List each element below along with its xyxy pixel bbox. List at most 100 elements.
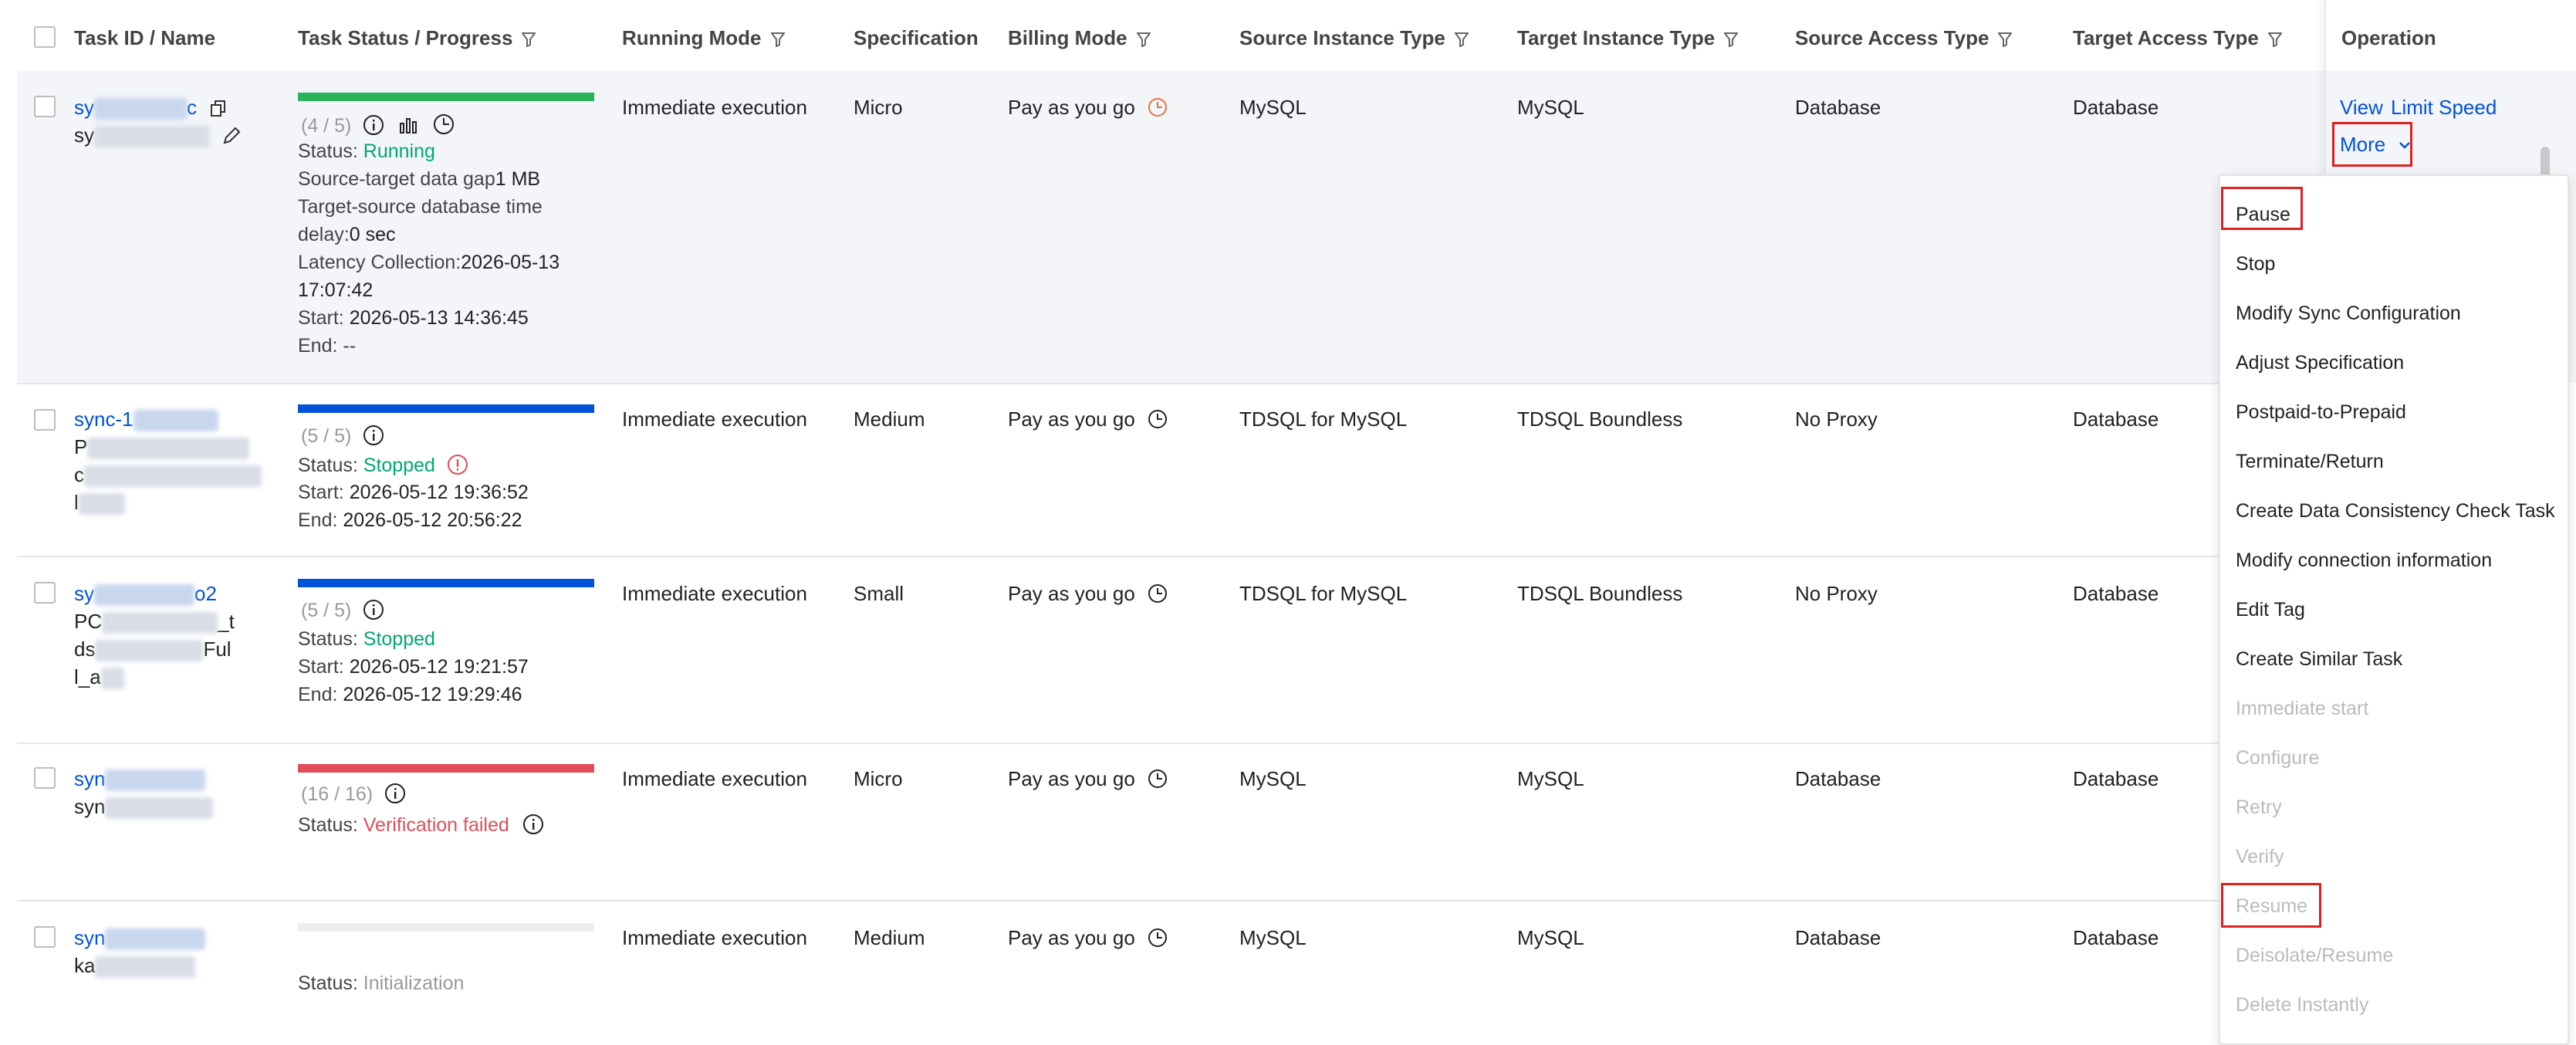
info-icon[interactable]: [363, 599, 384, 621]
task-id[interactable]: sy c: [74, 96, 227, 120]
highlight-resume: [2221, 883, 2321, 928]
menu-item-stop[interactable]: Stop: [2236, 253, 2275, 276]
row-checkbox[interactable]: [34, 409, 56, 431]
start-line: Start: 2026-05-13 14:36:45: [298, 307, 529, 329]
task-id[interactable]: syn: [74, 767, 206, 792]
row-checkbox[interactable]: [34, 767, 56, 789]
header-source-instance-type[interactable]: Source Instance Type: [1239, 26, 1469, 50]
status-stopped: Stopped: [363, 455, 435, 476]
clock-icon[interactable]: [1147, 927, 1168, 949]
clock-icon[interactable]: [1147, 408, 1168, 430]
header-operation: Operation: [2341, 26, 2436, 49]
status-line: Status: Verification failed: [298, 813, 544, 837]
header-target-instance-type[interactable]: Target Instance Type: [1517, 26, 1739, 50]
status-line: Status: Stopped: [298, 628, 435, 650]
start-line: Start: 2026-05-12 19:21:57: [298, 656, 529, 678]
row-checkbox[interactable]: [34, 96, 56, 117]
filter-icon[interactable]: [1998, 32, 2013, 47]
warning-icon[interactable]: [447, 454, 468, 475]
filter-icon[interactable]: [522, 32, 536, 47]
task-id[interactable]: sync-1: [74, 408, 218, 432]
menu-item-modify-sync-configuration[interactable]: Modify Sync Configuration: [2236, 303, 2461, 325]
progress-bar-running: [298, 93, 594, 101]
info-icon[interactable]: [384, 783, 406, 804]
latency-line-1: Latency Collection:2026-05-13: [298, 252, 560, 273]
copy-icon[interactable]: [210, 100, 227, 118]
select-all-checkbox[interactable]: [34, 26, 56, 48]
filter-icon[interactable]: [1724, 32, 1739, 47]
header-source-access-type[interactable]: Source Access Type: [1795, 26, 2013, 50]
header-task-id-name: Task ID / Name: [74, 26, 216, 49]
specification: Micro: [854, 767, 903, 790]
menu-item-modify-connection-information[interactable]: Modify connection information: [2236, 550, 2492, 572]
clock-icon[interactable]: [1147, 96, 1168, 118]
source-instance-type: TDSQL for MySQL: [1239, 582, 1408, 605]
edit-icon[interactable]: [221, 126, 242, 146]
progress-count: (4 / 5): [301, 113, 455, 137]
end-line: End: --: [298, 335, 357, 357]
target-instance-type: TDSQL Boundless: [1517, 408, 1683, 431]
redacted-text: [94, 98, 187, 120]
limit-speed-link[interactable]: Limit Speed: [2391, 96, 2497, 120]
running-mode: Immediate execution: [622, 926, 807, 949]
header-target-access-type[interactable]: Target Access Type: [2073, 26, 2282, 50]
menu-item-terminate-return[interactable]: Terminate/Return: [2236, 451, 2384, 473]
task-id[interactable]: sy o2: [74, 582, 217, 607]
task-name: PC _t: [74, 610, 235, 634]
menu-item-deisolate-resume: Deisolate/Resume: [2236, 945, 2394, 966]
filter-icon[interactable]: [1136, 32, 1151, 47]
info-icon[interactable]: [363, 424, 384, 446]
table-row: [17, 900, 2576, 1042]
menu-item-adjust-specification[interactable]: Adjust Specification: [2236, 352, 2404, 374]
header-specification: Specification: [854, 26, 979, 49]
progress-count: (16 / 16): [301, 783, 406, 806]
menu-item-edit-tag[interactable]: Edit Tag: [2236, 599, 2305, 621]
view-link[interactable]: View: [2340, 96, 2383, 120]
start-line: Start: 2026-05-12 19:36:52: [298, 482, 529, 503]
menu-item-create-similar-task[interactable]: Create Similar Task: [2236, 648, 2402, 671]
task-id[interactable]: syn: [74, 926, 206, 951]
filter-icon[interactable]: [770, 32, 785, 47]
row-checkbox[interactable]: [34, 582, 56, 604]
highlight-more: [2332, 122, 2412, 167]
progress-bar-stopped: [298, 579, 594, 587]
header-task-status[interactable]: Task Status / Progress: [298, 26, 536, 50]
menu-item-delete-instantly: Delete Instantly: [2236, 994, 2369, 1016]
clock-icon[interactable]: [432, 113, 455, 136]
clock-icon[interactable]: [1147, 583, 1168, 604]
menu-item-create-data-consistency-check-task[interactable]: Create Data Consistency Check Task: [2236, 500, 2555, 522]
source-access-type: No Proxy: [1795, 408, 1878, 431]
specification: Small: [854, 582, 904, 605]
source-instance-type: TDSQL for MySQL: [1239, 408, 1408, 431]
info-icon[interactable]: [363, 114, 384, 136]
progress-bar-failed: [298, 764, 594, 773]
source-access-type: Database: [1795, 767, 1881, 790]
target-instance-type: MySQL: [1517, 96, 1584, 119]
info-icon[interactable]: [522, 813, 544, 835]
target-access-type: Database: [2073, 96, 2159, 119]
status-failed: Verification failed: [363, 814, 509, 836]
source-instance-type: MySQL: [1239, 767, 1307, 790]
specification: Medium: [854, 408, 925, 431]
row-checkbox[interactable]: [34, 926, 56, 948]
menu-item-postpaid-to-prepaid[interactable]: Postpaid-to-Prepaid: [2236, 401, 2406, 424]
target-instance-type: TDSQL Boundless: [1517, 582, 1683, 605]
filter-icon[interactable]: [1454, 32, 1469, 47]
source-access-type: No Proxy: [1795, 582, 1878, 605]
task-name: c: [74, 463, 262, 488]
specification: Medium: [854, 926, 925, 949]
chart-icon[interactable]: [397, 114, 419, 136]
menu-item-verify: Verify: [2236, 846, 2284, 867]
task-name: ka: [74, 954, 196, 979]
header-billing-mode[interactable]: Billing Mode: [1008, 26, 1151, 50]
target-access-type: Database: [2073, 582, 2159, 605]
source-instance-type: MySQL: [1239, 926, 1307, 949]
highlight-pause: [2221, 187, 2303, 230]
clock-icon[interactable]: [1147, 768, 1168, 790]
status-line: Status: Running: [298, 140, 435, 162]
filter-icon[interactable]: [2267, 32, 2282, 47]
target-instance-type: MySQL: [1517, 926, 1584, 949]
billing-mode: Pay as you go: [1008, 96, 1168, 120]
header-running-mode[interactable]: Running Mode: [622, 26, 785, 50]
status-running: Running: [363, 140, 435, 162]
